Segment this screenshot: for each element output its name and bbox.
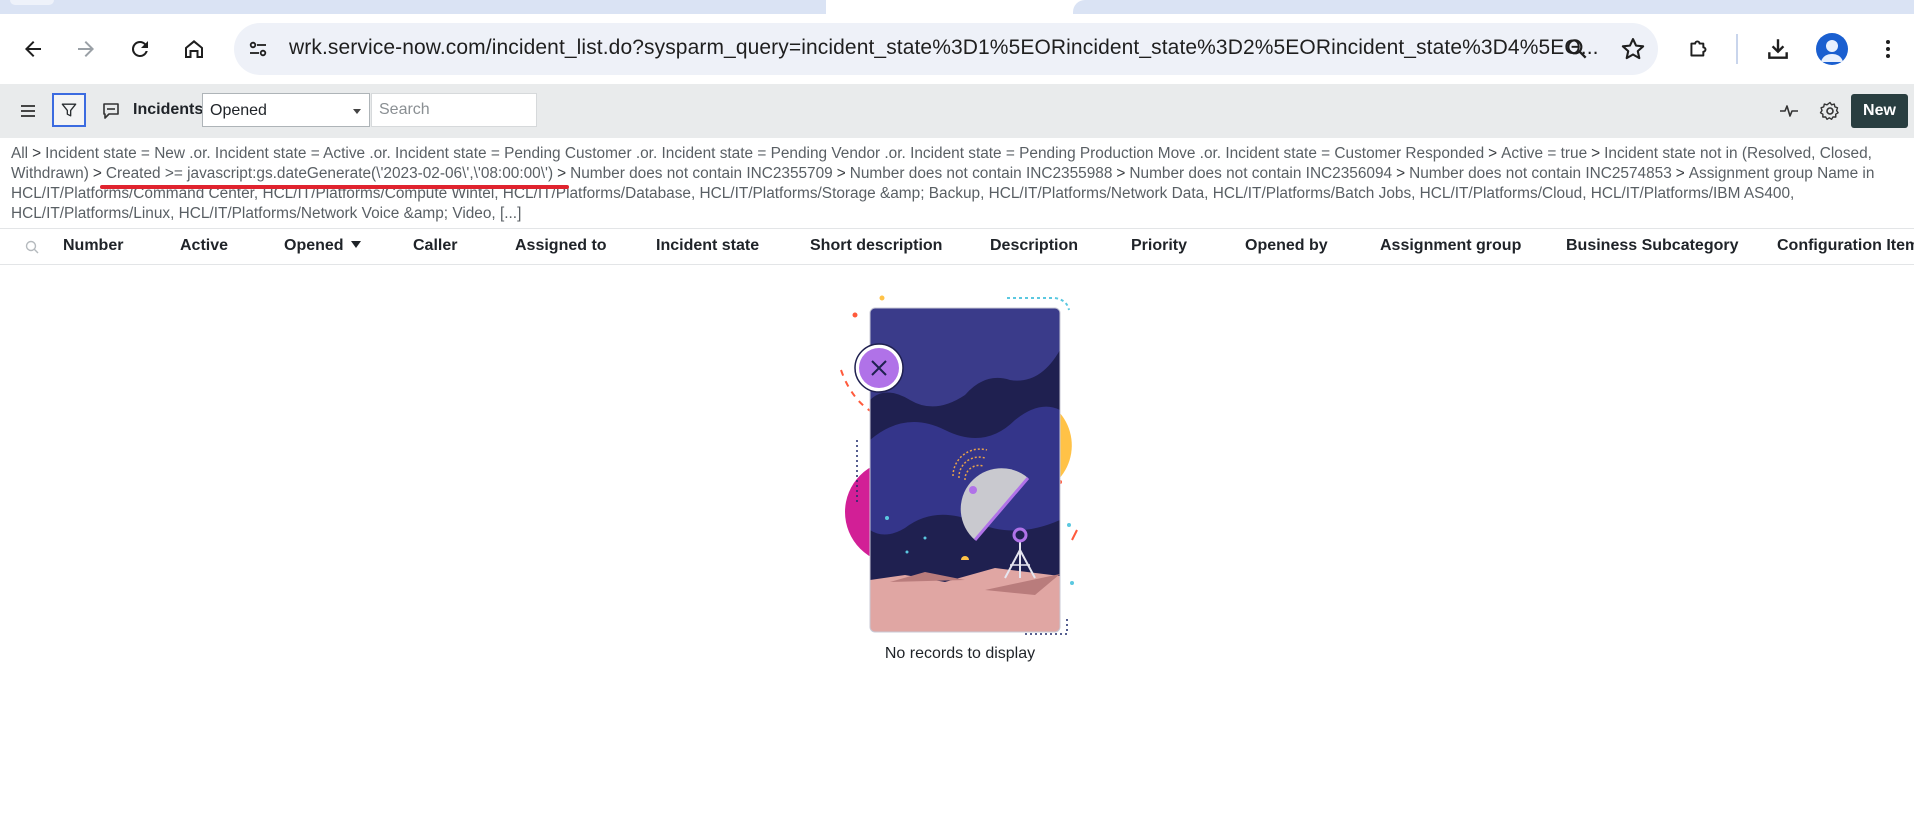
column-header-short-description[interactable]: Short description xyxy=(810,237,942,255)
breadcrumb-item[interactable]: Number does not contain INC2355988 xyxy=(850,165,1113,182)
breadcrumb-separator: > xyxy=(836,165,846,182)
forward-arrow-icon xyxy=(78,41,94,57)
search-field-select[interactable]: Opened xyxy=(202,93,370,127)
bookmark-star-icon[interactable] xyxy=(1619,35,1647,63)
tab-background-left xyxy=(0,0,826,14)
gear-icon[interactable] xyxy=(1818,99,1842,123)
no-records-illustration xyxy=(840,295,1078,635)
no-records-message: No records to display xyxy=(884,645,1036,662)
column-header-opened-label: Opened xyxy=(284,237,344,254)
back-arrow-icon xyxy=(25,41,41,57)
activity-pulse-icon[interactable] xyxy=(1777,99,1801,123)
breadcrumb-separator: > xyxy=(1116,165,1126,182)
address-bar[interactable]: wrk.service-now.com/incident_list.do?sys… xyxy=(234,23,1658,75)
kebab-menu-icon xyxy=(1886,40,1890,58)
home-button[interactable] xyxy=(178,33,210,65)
person-icon xyxy=(1821,40,1843,62)
red-underline-annotation xyxy=(100,185,569,189)
search-field-select-value: Opened xyxy=(210,102,267,119)
toolbar-divider xyxy=(1736,34,1738,64)
breadcrumb-item[interactable]: Number does not contain INC2355709 xyxy=(570,165,833,182)
profile-avatar[interactable] xyxy=(1816,33,1848,65)
puzzle-piece-icon xyxy=(1690,40,1707,57)
breadcrumb-separator: > xyxy=(1675,165,1685,182)
column-header-active[interactable]: Active xyxy=(180,237,228,255)
browser-tab[interactable] xyxy=(10,0,54,5)
column-header-assignment-group[interactable]: Assignment group xyxy=(1380,237,1521,255)
list-context-menu-icon[interactable] xyxy=(99,99,123,123)
breadcrumb-separator: > xyxy=(1488,145,1498,162)
reload-button[interactable] xyxy=(124,33,156,65)
sort-descending-icon xyxy=(350,241,361,248)
tab-strip xyxy=(0,0,1914,14)
column-header-caller[interactable]: Caller xyxy=(413,237,457,255)
funnel-icon xyxy=(61,103,77,117)
breadcrumb-item[interactable]: Number does not contain INC2574853 xyxy=(1409,165,1672,182)
site-settings-icon[interactable] xyxy=(246,37,270,61)
breadcrumb-item[interactable]: Incident state = New .or. Incident state… xyxy=(45,145,1484,162)
forward-button[interactable] xyxy=(70,33,102,65)
browser-menu-button[interactable] xyxy=(1872,33,1904,65)
column-header-number[interactable]: Number xyxy=(63,237,123,255)
new-record-button[interactable]: New xyxy=(1851,94,1908,128)
column-header-opened[interactable]: Opened xyxy=(284,237,361,255)
breadcrumb-separator: > xyxy=(92,165,102,182)
download-icon xyxy=(1768,39,1788,59)
column-header-assigned-to[interactable]: Assigned to xyxy=(515,237,607,255)
list-header-bar: Incidents Opened New xyxy=(0,84,1914,138)
downloads-button[interactable] xyxy=(1762,33,1794,65)
column-header-business-subcategory[interactable]: Business Subcategory xyxy=(1566,237,1739,255)
column-header-priority[interactable]: Priority xyxy=(1131,237,1187,255)
list-title: Incidents xyxy=(133,101,204,118)
breadcrumb-item[interactable]: All xyxy=(11,145,28,162)
back-button[interactable] xyxy=(17,33,49,65)
breadcrumb-item[interactable]: Number does not contain INC2356094 xyxy=(1129,165,1392,182)
column-header-row: Number Active Opened Caller Assigned to … xyxy=(0,228,1914,265)
column-header-configuration-item[interactable]: Configuration Item xyxy=(1777,237,1914,255)
tab-background-right xyxy=(1073,0,1914,14)
column-header-opened-by[interactable]: Opened by xyxy=(1245,237,1328,255)
breadcrumb-separator: > xyxy=(32,145,42,162)
reload-icon xyxy=(131,40,148,57)
column-search-icon[interactable] xyxy=(24,239,40,255)
breadcrumb-separator: > xyxy=(1591,145,1601,162)
chevron-down-icon xyxy=(353,109,361,114)
zoom-icon[interactable] xyxy=(1564,36,1590,62)
url-text[interactable]: wrk.service-now.com/incident_list.do?sys… xyxy=(289,36,1609,60)
browser-toolbar: wrk.service-now.com/incident_list.do?sys… xyxy=(0,14,1914,84)
breadcrumb-separator: > xyxy=(1396,165,1406,182)
hamburger-menu-icon[interactable] xyxy=(16,100,40,122)
column-header-description[interactable]: Description xyxy=(990,237,1078,255)
breadcrumb-separator: > xyxy=(557,165,567,182)
search-input[interactable] xyxy=(371,93,537,127)
home-icon xyxy=(185,40,203,58)
breadcrumb-item[interactable]: Created >= javascript:gs.dateGenerate(\'… xyxy=(106,165,553,182)
filter-toggle-button[interactable] xyxy=(52,93,86,127)
extensions-button[interactable] xyxy=(1683,33,1715,65)
breadcrumb-item[interactable]: Active = true xyxy=(1501,145,1587,162)
filter-breadcrumb: All > Incident state = New .or. Incident s… xyxy=(11,144,1906,224)
column-header-incident-state[interactable]: Incident state xyxy=(656,237,759,255)
